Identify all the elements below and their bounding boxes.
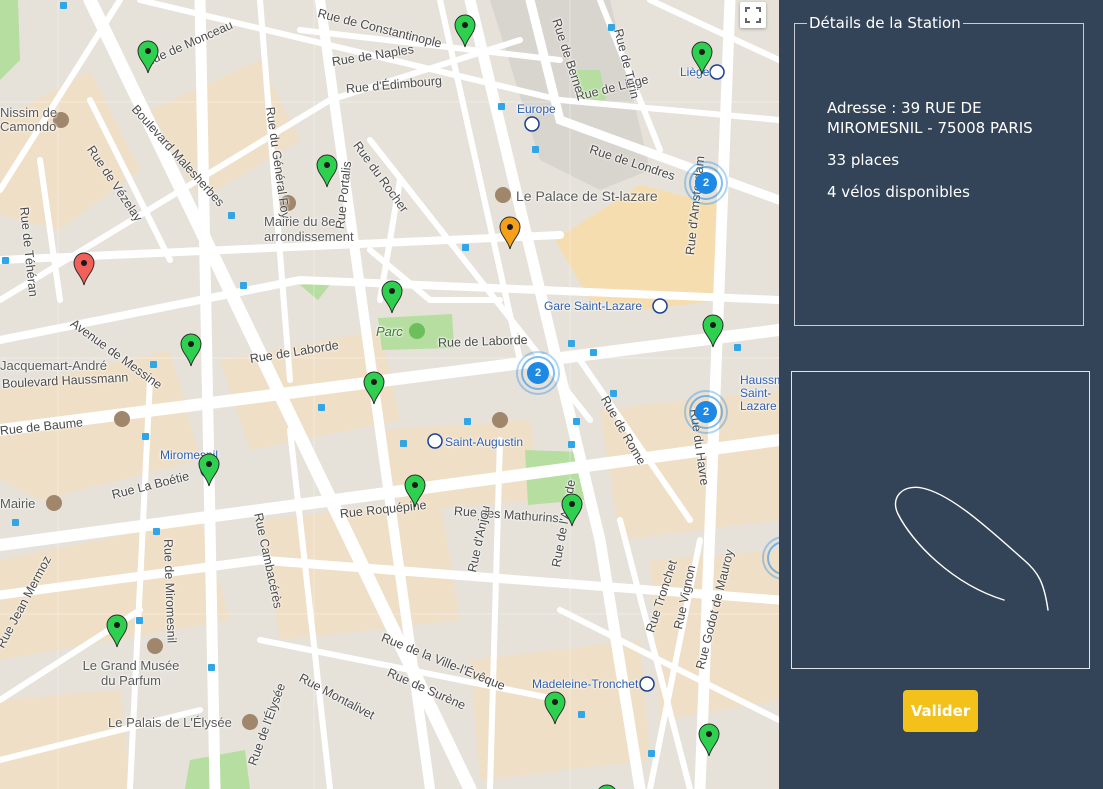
- station-cluster-partial[interactable]: [762, 536, 779, 580]
- station-bikes: 4 vélos disponibles: [827, 183, 970, 201]
- poi-label: Le Grand Musée du Parfum: [82, 658, 180, 688]
- map-pin-icon: [180, 333, 202, 367]
- station-marker-available[interactable]: [698, 723, 720, 757]
- station-details-legend: Détails de la Station: [809, 14, 961, 32]
- signature-stroke: [894, 486, 1049, 611]
- cluster-count: 2: [695, 401, 717, 423]
- map-pin-icon: [454, 14, 476, 48]
- map-pin-icon: [137, 40, 159, 74]
- cluster-count: 2: [527, 362, 549, 384]
- fullscreen-button[interactable]: [740, 2, 766, 28]
- map-pin-icon: [316, 154, 338, 188]
- cluster-count: 2: [695, 172, 717, 194]
- poi-label: Le Palais de L'Élysée: [108, 715, 232, 730]
- map-pin-icon: [702, 314, 724, 348]
- poi-label: Jacquemart-André: [0, 358, 107, 373]
- station-marker-available[interactable]: [381, 280, 403, 314]
- station-marker-available[interactable]: [316, 154, 338, 188]
- map-pin-icon: [73, 252, 95, 286]
- station-panel: Détails de la Station Adresse : 39 RUE D…: [779, 0, 1103, 789]
- station-marker-available[interactable]: [596, 784, 618, 789]
- station-marker-available[interactable]: [702, 314, 724, 348]
- poi-label: Nissim de Camondo: [0, 105, 58, 134]
- station-marker-available[interactable]: [363, 371, 385, 405]
- map[interactable]: Rue de Monceau Rue de Naples Rue d'Édimb…: [0, 0, 779, 789]
- station-marker-available[interactable]: [137, 40, 159, 74]
- map-pin-icon: [404, 474, 426, 508]
- station-marker-selected[interactable]: [499, 216, 521, 250]
- station-marker-available[interactable]: [544, 691, 566, 725]
- station-details: Détails de la Station Adresse : 39 RUE D…: [794, 14, 1084, 326]
- transit-label: Haussmann Saint-Lazare: [740, 373, 779, 413]
- transit-label: Madeleine-Tronchet: [532, 677, 639, 691]
- map-pin-icon: [106, 614, 128, 648]
- map-pin-icon: [561, 493, 583, 527]
- station-marker-available[interactable]: [561, 493, 583, 527]
- station-marker-available[interactable]: [198, 453, 220, 487]
- validate-button[interactable]: Valider: [903, 690, 978, 732]
- fullscreen-icon: [745, 7, 761, 23]
- poi-label: Parc: [376, 324, 403, 339]
- map-pin-icon: [499, 216, 521, 250]
- map-pin-icon: [381, 280, 403, 314]
- station-marker-available[interactable]: [454, 14, 476, 48]
- map-pin-icon: [363, 371, 385, 405]
- transit-label: Saint-Augustin: [445, 435, 524, 449]
- station-marker-available[interactable]: [404, 474, 426, 508]
- poi-label: Mairie du 8e arrondissement: [264, 214, 354, 244]
- station-address: Adresse : 39 RUE DE MIROMESNIL - 75008 P…: [827, 99, 1033, 137]
- station-cluster[interactable]: 2: [684, 390, 728, 434]
- station-cluster[interactable]: 2: [684, 161, 728, 205]
- station-marker-available[interactable]: [106, 614, 128, 648]
- station-marker-available[interactable]: [180, 333, 202, 367]
- transit-label: Europe: [517, 102, 556, 116]
- map-pin-icon: [698, 723, 720, 757]
- transit-label: Gare Saint-Lazare: [544, 299, 643, 313]
- map-pin-icon: [691, 41, 713, 75]
- poi-label: Mairie: [0, 496, 36, 511]
- poi-label: Le Palace de St-lazare: [516, 188, 658, 204]
- station-cluster[interactable]: 2: [516, 351, 560, 395]
- station-places: 33 places: [827, 151, 900, 169]
- map-pin-icon: [598, 784, 616, 789]
- station-marker-empty[interactable]: [73, 252, 95, 286]
- station-marker-available[interactable]: [691, 41, 713, 75]
- signature-canvas[interactable]: [791, 371, 1090, 669]
- map-pin-icon: [544, 691, 566, 725]
- map-pin-icon: [198, 453, 220, 487]
